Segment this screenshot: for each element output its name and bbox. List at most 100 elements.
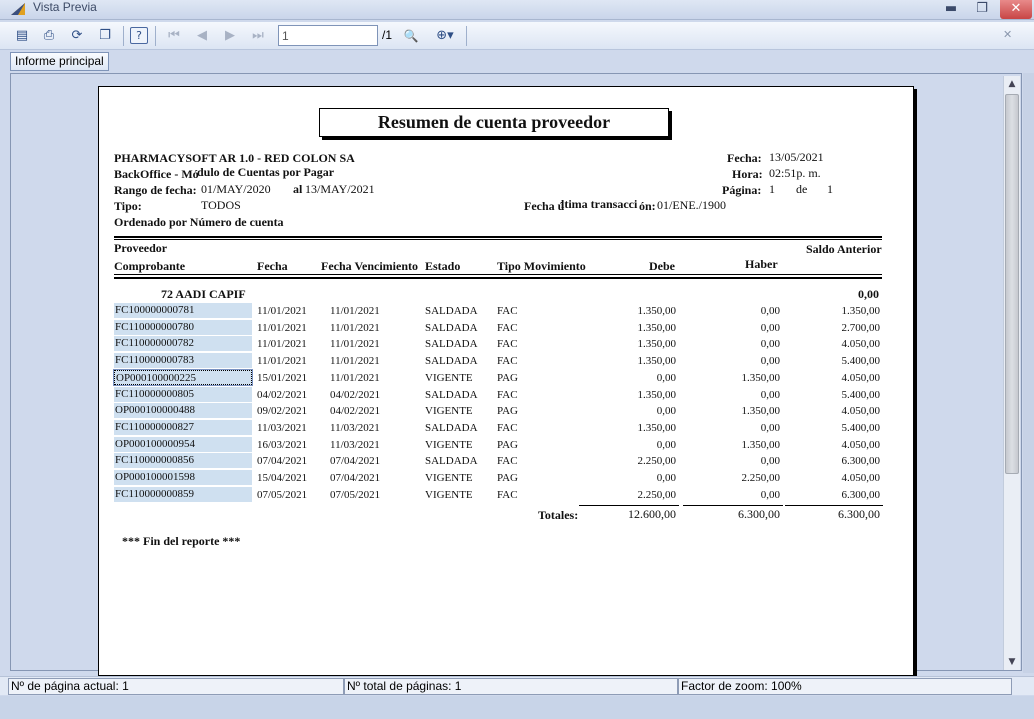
range-to: 13/MAY/2021	[305, 182, 375, 196]
col-comprobante: Comprobante	[114, 259, 186, 273]
help-button[interactable]: ?	[128, 26, 150, 46]
cell-comprobante[interactable]: OP000100000954	[114, 436, 252, 452]
cell-saldo: 2.700,00	[841, 321, 881, 334]
table-row: OP000100000225 15/01/2021 11/01/2021 VIGENT…	[113, 368, 882, 386]
hora-label: Hora:	[732, 167, 763, 181]
cell-vencimiento: 07/04/2021	[330, 472, 381, 484]
print-icon[interactable]: ⎙	[38, 26, 60, 46]
table-row: FC110000000856 07/04/2021 07/04/2021 SALDAD…	[114, 453, 882, 469]
header-rule-bottom	[114, 274, 882, 275]
cell-saldo: 5.400,00	[841, 355, 881, 368]
cell-estado: SALDADA	[425, 355, 478, 368]
fecha-value: 13/05/2021	[769, 150, 824, 164]
cell-comprobante[interactable]: FC110000000805	[114, 386, 252, 402]
cell-tipo: FAC	[497, 488, 518, 501]
cell-comprobante[interactable]: FC110000000783	[114, 353, 252, 369]
hora-value: 02:51p. m.	[769, 166, 821, 180]
cell-vencimiento: 11/03/2021	[330, 438, 380, 451]
table-row: OP000100000954 16/03/2021 11/03/2021 VIGENT…	[114, 436, 882, 453]
cell-debe: 0,00	[656, 472, 676, 484]
cell-saldo: 4.050,00	[841, 405, 881, 418]
cell-estado: SALDADA	[425, 338, 478, 351]
scroll-up-icon[interactable]: ▲	[1004, 76, 1020, 92]
cell-tipo: FAC	[497, 455, 518, 468]
end-of-report: *** Fin del reporte ***	[122, 534, 241, 548]
cell-saldo: 5.400,00	[841, 421, 881, 434]
toolbar-separator	[466, 26, 467, 46]
status-zoom: Factor de zoom: 100%	[678, 678, 1012, 695]
copy-icon[interactable]: ❐	[94, 26, 116, 46]
cell-fecha: 11/01/2021	[257, 321, 307, 334]
cell-haber: 0,00	[760, 421, 780, 434]
cell-haber: 1.350,00	[741, 371, 781, 384]
cell-comprobante[interactable]: OP000100000225	[113, 368, 253, 386]
cell-debe: 2.250,00	[637, 488, 677, 501]
close-button[interactable]: ✕	[1000, 0, 1032, 19]
close-view-icon[interactable]: ✕	[1003, 28, 1012, 41]
toolbar-separator	[123, 26, 124, 46]
cell-comprobante[interactable]: FC110000000780	[114, 319, 252, 335]
company-name: PHARMACYSOFT AR 1.0 - RED COLON SA	[114, 151, 355, 165]
cell-haber: 0,00	[760, 355, 780, 368]
pagina-label: Página:	[722, 183, 762, 197]
cell-debe: 2.250,00	[637, 455, 677, 468]
toolbar: ▤ ⎙ ⟳ ❐ ? ⏮ ◀ ▶ ⏭ /1 🔍 ⊕▾ ✕	[0, 22, 1034, 50]
page-total-label: /1	[382, 28, 393, 42]
zoom-icon[interactable]: ⊕▾	[430, 26, 460, 46]
scroll-down-icon[interactable]: ▼	[1004, 654, 1020, 670]
cell-comprobante[interactable]: FC110000000782	[114, 336, 252, 352]
cell-estado: VIGENTE	[425, 438, 473, 451]
cell-saldo: 6.300,00	[841, 455, 881, 468]
col-vencimiento: Fecha Vencimiento	[321, 259, 418, 273]
cell-haber: 0,00	[760, 455, 780, 468]
pagina-total: 1	[827, 182, 833, 196]
last-tx-value: 01/ENE./1900	[657, 198, 726, 212]
tab-informe-principal[interactable]: Informe principal	[10, 52, 109, 71]
cell-vencimiento: 07/04/2021	[330, 455, 381, 468]
last-page-icon[interactable]: ⏭	[247, 26, 269, 46]
cell-estado: VIGENTE	[425, 488, 473, 501]
last-tx-label-a: Fecha ú	[524, 199, 565, 213]
table-row: OP000100000488 09/02/2021 04/02/2021 VIGENT…	[114, 403, 882, 419]
cell-comprobante[interactable]: FC110000000859	[114, 486, 252, 502]
col-fecha: Fecha	[257, 259, 288, 273]
cell-vencimiento: 04/02/2021	[330, 405, 381, 418]
tab-bar: Informe principal	[0, 50, 1034, 72]
refresh-icon[interactable]: ⟳	[66, 26, 88, 46]
first-page-icon[interactable]: ⏮	[163, 26, 185, 46]
cell-comprobante[interactable]: FC110000000827	[114, 419, 252, 435]
cell-haber: 0,00	[760, 388, 780, 401]
cell-comprobante[interactable]: OP000100001598	[114, 470, 252, 485]
page-number-input[interactable]	[278, 25, 378, 46]
range-from: 01/MAY/2020	[201, 182, 271, 196]
cell-comprobante[interactable]: FC110000000856	[114, 453, 252, 469]
header-rule-bottom-2	[114, 277, 882, 279]
maximize-button[interactable]: ❐	[968, 0, 996, 19]
cell-comprobante[interactable]: FC100000000781	[114, 303, 252, 318]
minimize-button[interactable]: ▬	[938, 0, 964, 19]
cell-debe: 1.350,00	[637, 355, 677, 368]
table-row: FC110000000859 07/05/2021 07/05/2021 VIGENT…	[114, 486, 882, 503]
vertical-scrollbar[interactable]: ▲ ▼	[1003, 76, 1020, 670]
scroll-thumb[interactable]	[1005, 94, 1019, 474]
cell-haber: 0,00	[760, 305, 780, 317]
cell-estado: SALDADA	[425, 455, 478, 468]
status-total-pages: Nº total de páginas: 1	[344, 678, 678, 695]
tipo-value: TODOS	[201, 198, 241, 212]
window-bottom-edge	[0, 696, 1034, 719]
cell-vencimiento: 11/01/2021	[330, 338, 380, 351]
prev-page-icon[interactable]: ◀	[191, 26, 213, 46]
col-saldo-anterior: Saldo Anterior	[806, 242, 882, 256]
cell-tipo: FAC	[497, 305, 518, 317]
status-bar: Nº de página actual: 1 Nº total de págin…	[0, 676, 1034, 695]
next-page-icon[interactable]: ▶	[219, 26, 241, 46]
cell-fecha: 09/02/2021	[257, 405, 308, 418]
ordered-label: Ordenado por Número de cuenta	[114, 215, 284, 229]
find-icon[interactable]: 🔍	[400, 26, 422, 46]
cell-debe: 1.350,00	[637, 421, 677, 434]
cell-saldo: 4.050,00	[841, 438, 881, 451]
cell-comprobante[interactable]: OP000100000488	[114, 403, 252, 419]
status-current-page: Nº de página actual: 1	[8, 678, 344, 695]
page-setup-icon[interactable]: ▤	[11, 26, 33, 46]
table-row: FC110000000805 04/02/2021 04/02/2021 SALDAD…	[114, 386, 882, 403]
